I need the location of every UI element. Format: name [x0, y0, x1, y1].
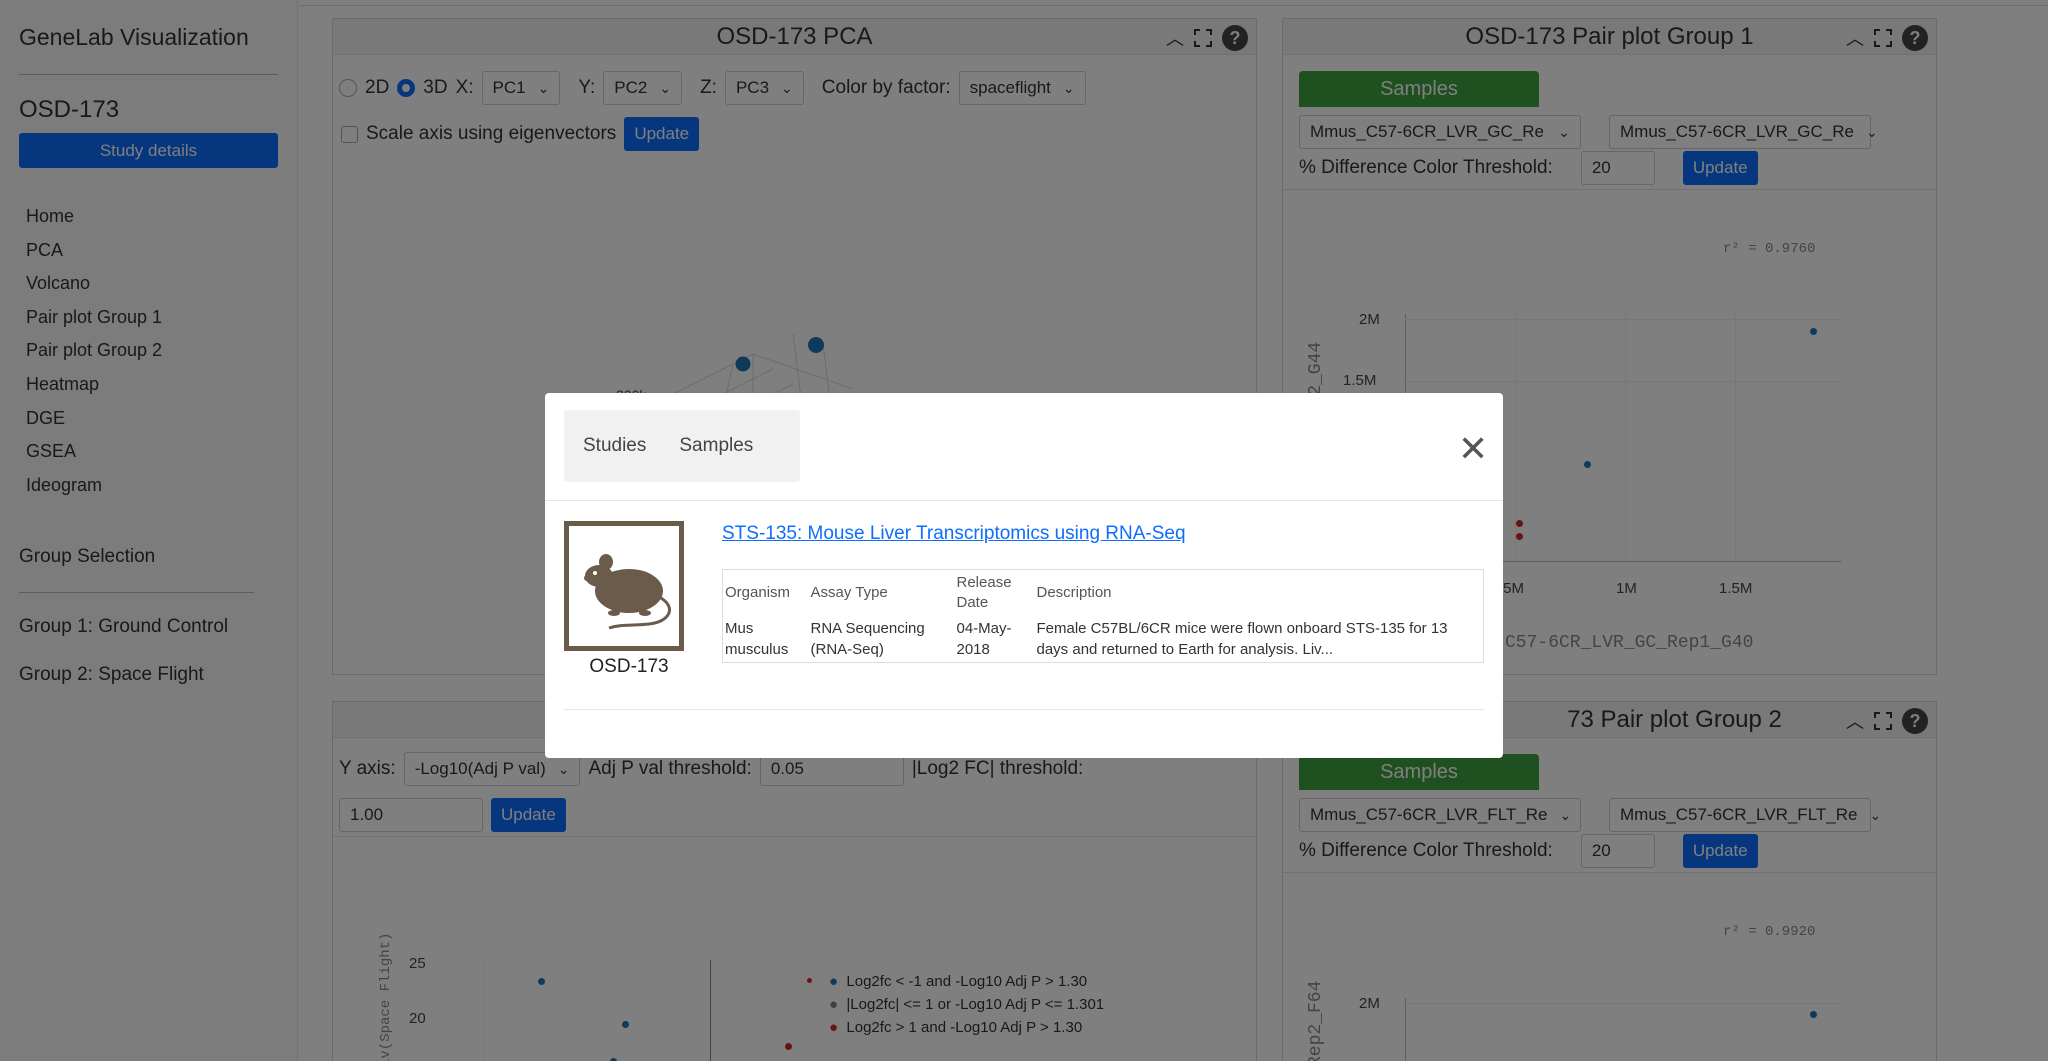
study-thumbnail[interactable]: [564, 521, 684, 651]
table-header-row: Organism Assay Type Release Date Descrip…: [723, 570, 1484, 617]
mouse-icon: [584, 554, 671, 630]
study-info-table: Organism Assay Type Release Date Descrip…: [722, 569, 1484, 663]
header-description: Description: [1036, 584, 1112, 601]
modal-divider: [545, 500, 1503, 501]
cell-release-date: 04-May-2018: [956, 620, 1012, 658]
study-title-link[interactable]: STS-135: Mouse Liver Transcriptomics usi…: [722, 523, 1186, 545]
header-release-date: Release Date: [956, 574, 1012, 611]
tab-samples[interactable]: Samples: [661, 435, 768, 457]
cell-assay-type: RNA Sequencing (RNA-Seq): [810, 620, 925, 658]
modal-tabbar: Studies Samples: [564, 410, 800, 482]
study-modal: Studies Samples ✕ OSD-173 STS-135: Mouse…: [545, 393, 1503, 758]
close-icon[interactable]: ✕: [1458, 431, 1488, 467]
header-organism: Organism: [725, 584, 791, 601]
cell-organism: Mus musculus: [725, 620, 789, 658]
header-assay-type: Assay Type: [810, 584, 888, 601]
cell-description: Female C57BL/6CR mice were flown onboard…: [1036, 620, 1448, 658]
modal-divider: [564, 709, 1484, 710]
tab-studies[interactable]: Studies: [564, 435, 661, 457]
table-row: Mus musculus RNA Sequencing (RNA-Seq) 04…: [723, 616, 1484, 663]
thumbnail-caption: OSD-173: [589, 656, 669, 677]
